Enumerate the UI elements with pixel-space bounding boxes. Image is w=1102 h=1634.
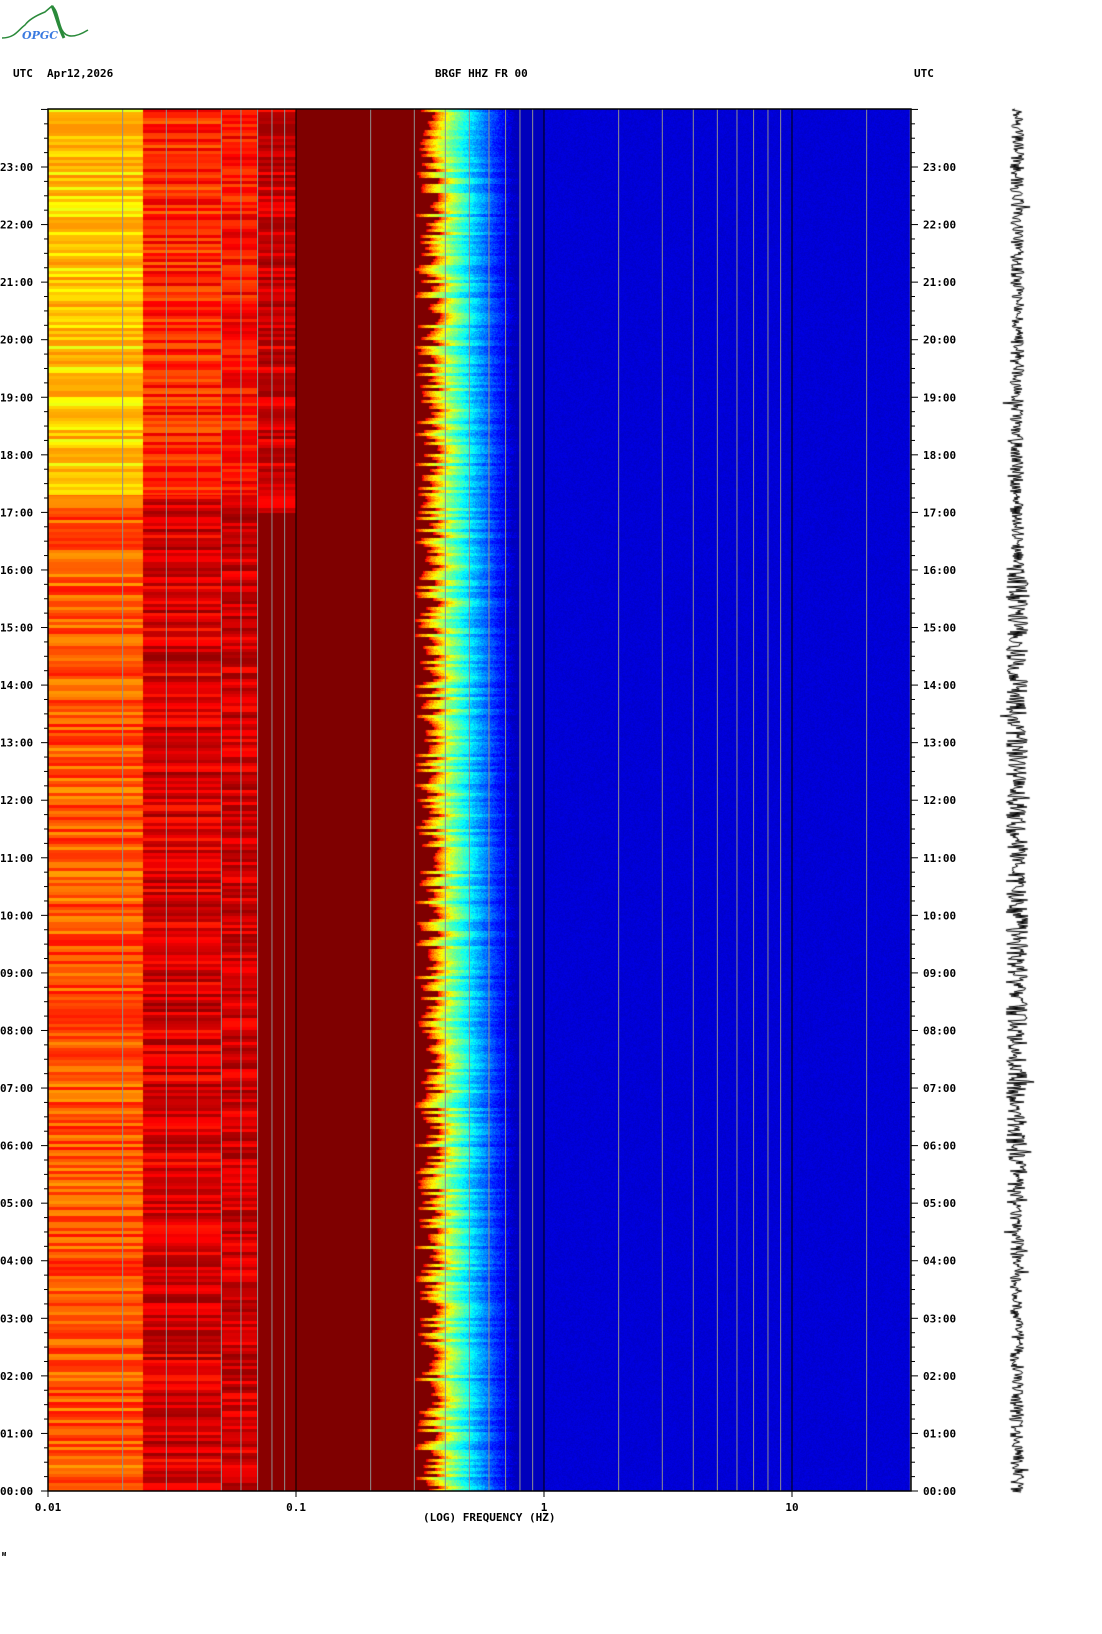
plot-frame — [47, 108, 912, 1492]
right-time-label: 20:00 — [923, 334, 956, 347]
left-time-label: 09:00 — [0, 967, 33, 980]
right-time-label: 21:00 — [923, 276, 956, 289]
right-time-label: 00:00 — [923, 1485, 956, 1498]
left-time-label: 03:00 — [0, 1312, 33, 1325]
right-time-label: 22:00 — [923, 219, 956, 232]
left-time-label: 00:00 — [0, 1485, 33, 1498]
right-time-label: 06:00 — [923, 1140, 956, 1153]
chart-axes: 0.01 0.1 1 1000:00 00:0001:00 01:0002:00 02:00… — [0, 108, 956, 1514]
right-time-label: 17:00 — [923, 506, 956, 519]
right-time-label: 08:00 — [923, 1024, 956, 1037]
x-tick-label: 10 — [785, 1501, 798, 1514]
right-time-label: 03:00 — [923, 1312, 956, 1325]
right-time-label: 13:00 — [923, 737, 956, 750]
left-time-label: 12:00 — [0, 794, 33, 807]
left-time-label: 22:00 — [0, 219, 33, 232]
left-time-label: 19:00 — [0, 391, 33, 404]
right-time-label: 09:00 — [923, 967, 956, 980]
right-time-label: 12:00 — [923, 794, 956, 807]
right-time-label: 14:00 — [923, 679, 956, 692]
x-tick-label: 0.1 — [286, 1501, 306, 1514]
right-time-label: 10:00 — [923, 909, 956, 922]
right-time-label: 02:00 — [923, 1370, 956, 1383]
left-time-label: 20:00 — [0, 334, 33, 347]
left-time-label: 23:00 — [0, 161, 33, 174]
right-time-label: 04:00 — [923, 1255, 956, 1268]
left-time-label: 10:00 — [0, 909, 33, 922]
right-time-label: 07:00 — [923, 1082, 956, 1095]
left-time-label: 08:00 — [0, 1024, 33, 1037]
left-time-label: 21:00 — [0, 276, 33, 289]
left-time-label: 05:00 — [0, 1197, 33, 1210]
right-time-label: 05:00 — [923, 1197, 956, 1210]
left-time-label: 14:00 — [0, 679, 33, 692]
x-tick-label: 0.01 — [35, 1501, 62, 1514]
spectrogram-page: OPGC UTC Apr12,2026 BRGF HHZ FR 00 UTC 0… — [0, 0, 1102, 1634]
left-time-label: 11:00 — [0, 852, 33, 865]
right-time-label: 16:00 — [923, 564, 956, 577]
right-time-label: 01:00 — [923, 1427, 956, 1440]
left-time-label: 02:00 — [0, 1370, 33, 1383]
left-time-label: 04:00 — [0, 1255, 33, 1268]
right-time-label: 23:00 — [923, 161, 956, 174]
left-time-label: 16:00 — [0, 564, 33, 577]
footer-mark: ᴍ — [2, 1550, 7, 1558]
left-time-label: 13:00 — [0, 737, 33, 750]
x-axis-label: (LOG) FREQUENCY (HZ) — [423, 1511, 556, 1524]
right-time-label: 11:00 — [923, 852, 956, 865]
right-time-label: 18:00 — [923, 449, 956, 462]
left-time-label: 07:00 — [0, 1082, 33, 1095]
left-time-label: 06:00 — [0, 1140, 33, 1153]
right-time-label: 15:00 — [923, 622, 956, 635]
right-time-label: 19:00 — [923, 391, 956, 404]
left-time-label: 01:00 — [0, 1427, 33, 1440]
left-time-label: 17:00 — [0, 506, 33, 519]
left-time-label: 18:00 — [0, 449, 33, 462]
seismogram-trace — [995, 105, 1040, 1495]
left-time-label: 15:00 — [0, 622, 33, 635]
